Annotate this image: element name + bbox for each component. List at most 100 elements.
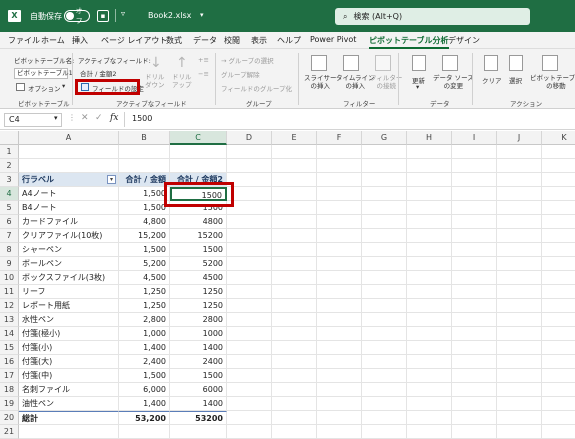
- column-header-c[interactable]: C: [170, 131, 227, 145]
- empty-cell[interactable]: [272, 159, 317, 173]
- empty-cell[interactable]: [452, 257, 497, 271]
- pivot-name-input[interactable]: ピボットテーブル1: [14, 68, 73, 79]
- table-cell[interactable]: 1,500: [119, 201, 170, 215]
- tab-formulas[interactable]: 数式: [166, 35, 182, 46]
- row-header[interactable]: 4: [0, 187, 19, 201]
- column-header-k[interactable]: K: [542, 131, 575, 145]
- empty-cell[interactable]: [497, 397, 542, 411]
- row-header[interactable]: 17: [0, 369, 19, 383]
- table-cell[interactable]: 1,250: [119, 299, 170, 313]
- empty-cell[interactable]: [362, 145, 407, 159]
- empty-cell[interactable]: [542, 201, 575, 215]
- row-header[interactable]: 2: [0, 159, 19, 173]
- table-cell[interactable]: [170, 159, 227, 173]
- empty-cell[interactable]: [362, 173, 407, 187]
- empty-cell[interactable]: [317, 313, 362, 327]
- row-header[interactable]: 7: [0, 229, 19, 243]
- empty-cell[interactable]: [542, 411, 575, 425]
- empty-cell[interactable]: [362, 397, 407, 411]
- empty-cell[interactable]: [542, 257, 575, 271]
- empty-cell[interactable]: [407, 201, 452, 215]
- insert-function-icon[interactable]: fx: [110, 113, 118, 123]
- table-cell[interactable]: 2,800: [119, 313, 170, 327]
- tab-view[interactable]: 表示: [251, 35, 267, 46]
- group-selection-button[interactable]: → グループの選択: [221, 55, 274, 65]
- empty-cell[interactable]: [362, 159, 407, 173]
- empty-cell[interactable]: [317, 285, 362, 299]
- empty-cell[interactable]: [227, 271, 272, 285]
- empty-cell[interactable]: [497, 411, 542, 425]
- column-header-f[interactable]: F: [317, 131, 362, 145]
- group-field-button[interactable]: フィールドのグループ化: [221, 83, 292, 93]
- empty-cell[interactable]: [272, 215, 317, 229]
- empty-cell[interactable]: [497, 229, 542, 243]
- empty-cell[interactable]: [272, 187, 317, 201]
- empty-cell[interactable]: [497, 327, 542, 341]
- empty-cell[interactable]: [317, 299, 362, 313]
- empty-cell[interactable]: [497, 341, 542, 355]
- tab-page-layout[interactable]: ページ レイアウト: [101, 35, 167, 46]
- empty-cell[interactable]: [317, 355, 362, 369]
- table-cell[interactable]: 15200: [170, 229, 227, 243]
- empty-cell[interactable]: [317, 229, 362, 243]
- search-box[interactable]: ⌕ 検索 (Alt+Q): [335, 8, 530, 25]
- column-header-g[interactable]: G: [362, 131, 407, 145]
- table-cell[interactable]: [19, 145, 119, 159]
- empty-cell[interactable]: [542, 187, 575, 201]
- empty-cell[interactable]: [362, 201, 407, 215]
- table-cell[interactable]: 5,200: [119, 257, 170, 271]
- empty-cell[interactable]: [452, 271, 497, 285]
- empty-cell[interactable]: [227, 313, 272, 327]
- clear-button[interactable]: クリア: [482, 75, 502, 85]
- tab-file[interactable]: ファイル: [8, 35, 40, 46]
- tab-pivot-analyze[interactable]: ピボットテーブル分析: [369, 35, 449, 49]
- empty-cell[interactable]: [317, 271, 362, 285]
- empty-cell[interactable]: [407, 383, 452, 397]
- table-cell[interactable]: [170, 145, 227, 159]
- empty-cell[interactable]: [317, 201, 362, 215]
- cancel-icon[interactable]: ✕: [81, 113, 89, 123]
- empty-cell[interactable]: [407, 215, 452, 229]
- tab-home[interactable]: ホーム: [41, 35, 65, 46]
- empty-cell[interactable]: [272, 173, 317, 187]
- empty-cell[interactable]: [452, 159, 497, 173]
- table-cell[interactable]: 2800: [170, 313, 227, 327]
- empty-cell[interactable]: [452, 229, 497, 243]
- empty-cell[interactable]: [497, 299, 542, 313]
- change-data-source-button[interactable]: データ ソース の変更: [433, 74, 474, 90]
- expand-field-icon[interactable]: +≡: [198, 56, 209, 64]
- empty-cell[interactable]: [227, 243, 272, 257]
- empty-cell[interactable]: [317, 159, 362, 173]
- empty-cell[interactable]: [542, 341, 575, 355]
- column-header-d[interactable]: D: [227, 131, 272, 145]
- table-cell[interactable]: 1,400: [119, 341, 170, 355]
- pivot-header-cell[interactable]: 行ラベル ▾: [19, 173, 119, 187]
- empty-cell[interactable]: [542, 299, 575, 313]
- empty-cell[interactable]: [227, 299, 272, 313]
- row-header[interactable]: 15: [0, 341, 19, 355]
- empty-cell[interactable]: [497, 145, 542, 159]
- pivot-total-cell[interactable]: 53,200: [119, 411, 170, 425]
- tab-review[interactable]: 校閲: [224, 35, 240, 46]
- empty-cell[interactable]: [542, 173, 575, 187]
- row-header[interactable]: 19: [0, 397, 19, 411]
- empty-cell[interactable]: [227, 257, 272, 271]
- tab-insert[interactable]: 挿入: [72, 35, 88, 46]
- table-cell[interactable]: 4,500: [119, 271, 170, 285]
- column-header-e[interactable]: E: [272, 131, 317, 145]
- empty-cell[interactable]: [452, 299, 497, 313]
- active-field-input[interactable]: 合計 / 金額2: [80, 68, 116, 78]
- empty-cell[interactable]: [452, 187, 497, 201]
- empty-cell[interactable]: [497, 383, 542, 397]
- table-cell[interactable]: 2400: [170, 355, 227, 369]
- empty-cell[interactable]: [227, 285, 272, 299]
- table-cell[interactable]: 6,000: [119, 383, 170, 397]
- empty-cell[interactable]: [317, 187, 362, 201]
- table-cell[interactable]: ボックスファイル(3枚): [19, 271, 119, 285]
- pivot-total-cell[interactable]: 53200: [170, 411, 227, 425]
- table-cell[interactable]: 1,250: [119, 285, 170, 299]
- empty-cell[interactable]: [497, 355, 542, 369]
- empty-cell[interactable]: [542, 159, 575, 173]
- empty-cell[interactable]: [227, 369, 272, 383]
- table-cell[interactable]: 1250: [170, 299, 227, 313]
